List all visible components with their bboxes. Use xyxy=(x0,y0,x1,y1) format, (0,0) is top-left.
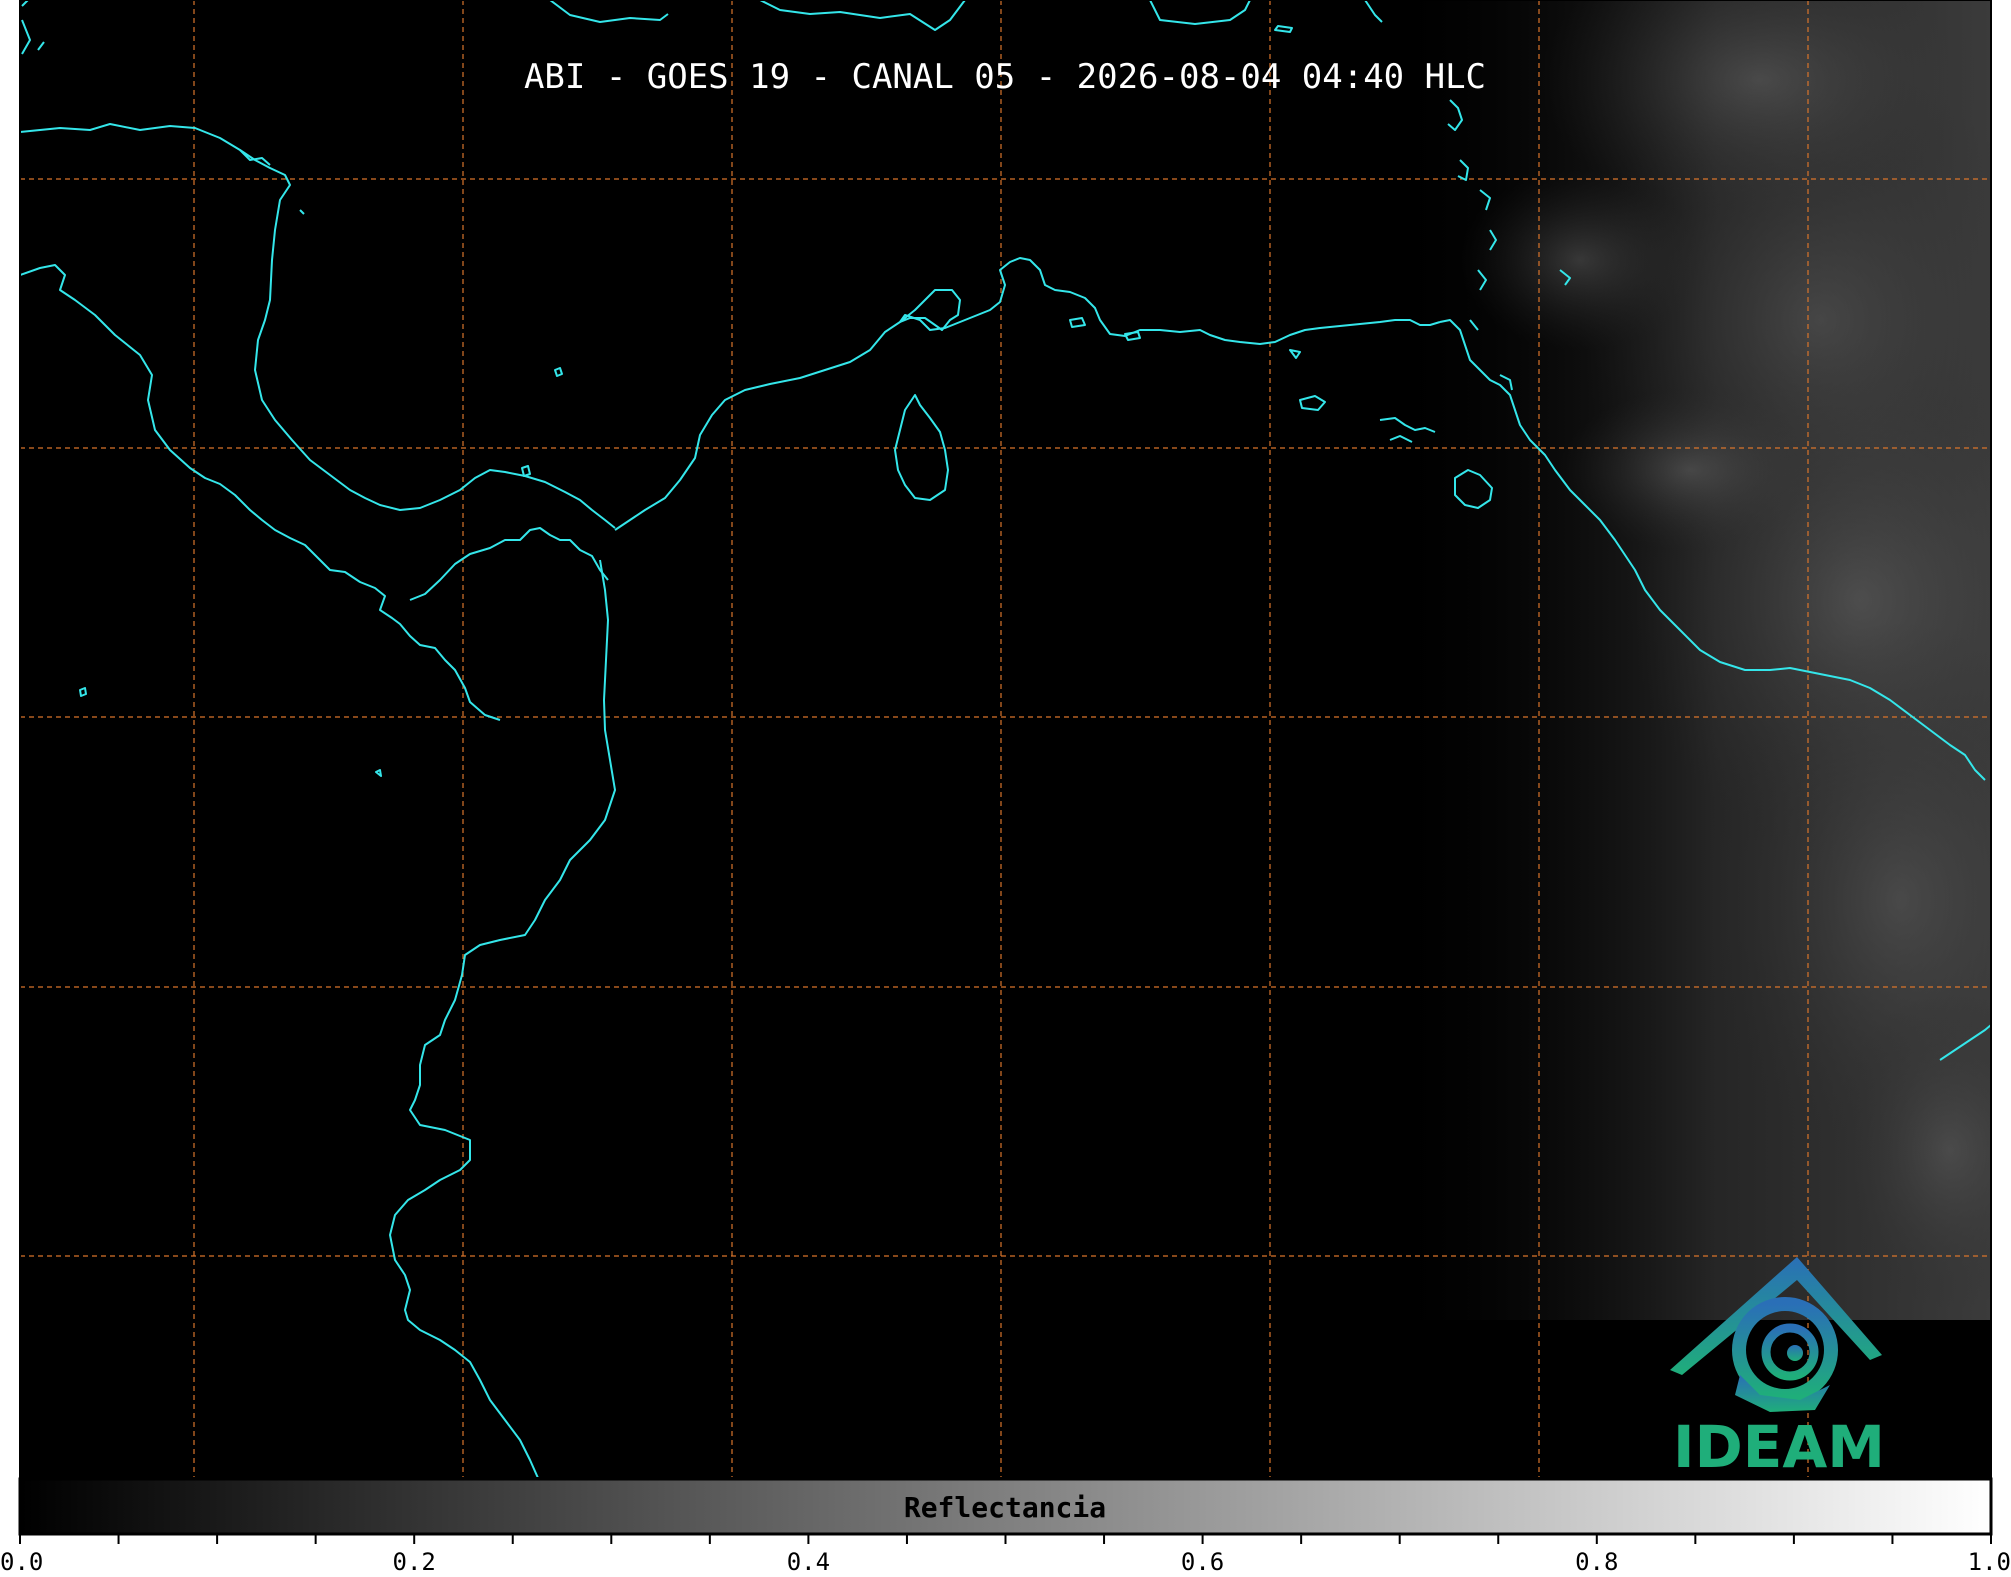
cloud-cover xyxy=(1380,0,1991,1320)
colorbar-tick-label: 0.6 xyxy=(1181,1548,1224,1576)
colorbar-label: Reflectancia xyxy=(904,1491,1106,1524)
colorbar-tick-label: 0.8 xyxy=(1575,1548,1618,1576)
colorbar-tick-label: 1.0 xyxy=(1968,1548,2011,1576)
colorbar-tick-label: 0.0 xyxy=(0,1548,43,1576)
colorbar: Reflectancia 0.0 0.2 0.4 0.6 0.8 1.0 xyxy=(0,1477,2011,1576)
map-title: ABI - GOES 19 - CANAL 05 - 2026-08-04 04… xyxy=(524,57,1486,97)
colorbar-tick-label: 0.2 xyxy=(393,1548,436,1576)
colorbar-tick-labels: 0.0 0.2 0.4 0.6 0.8 1.0 xyxy=(0,1548,2011,1576)
ideam-logo-text: IDEAM xyxy=(1673,1413,1885,1481)
satellite-map: ABI - GOES 19 - CANAL 05 - 2026-08-04 04… xyxy=(0,0,2011,1576)
colorbar-tick-label: 0.4 xyxy=(787,1548,830,1576)
colorbar-ticks xyxy=(19,1534,1992,1544)
satellite-image-viewer: ABI - GOES 19 - CANAL 05 - 2026-08-04 04… xyxy=(0,0,2011,1577)
